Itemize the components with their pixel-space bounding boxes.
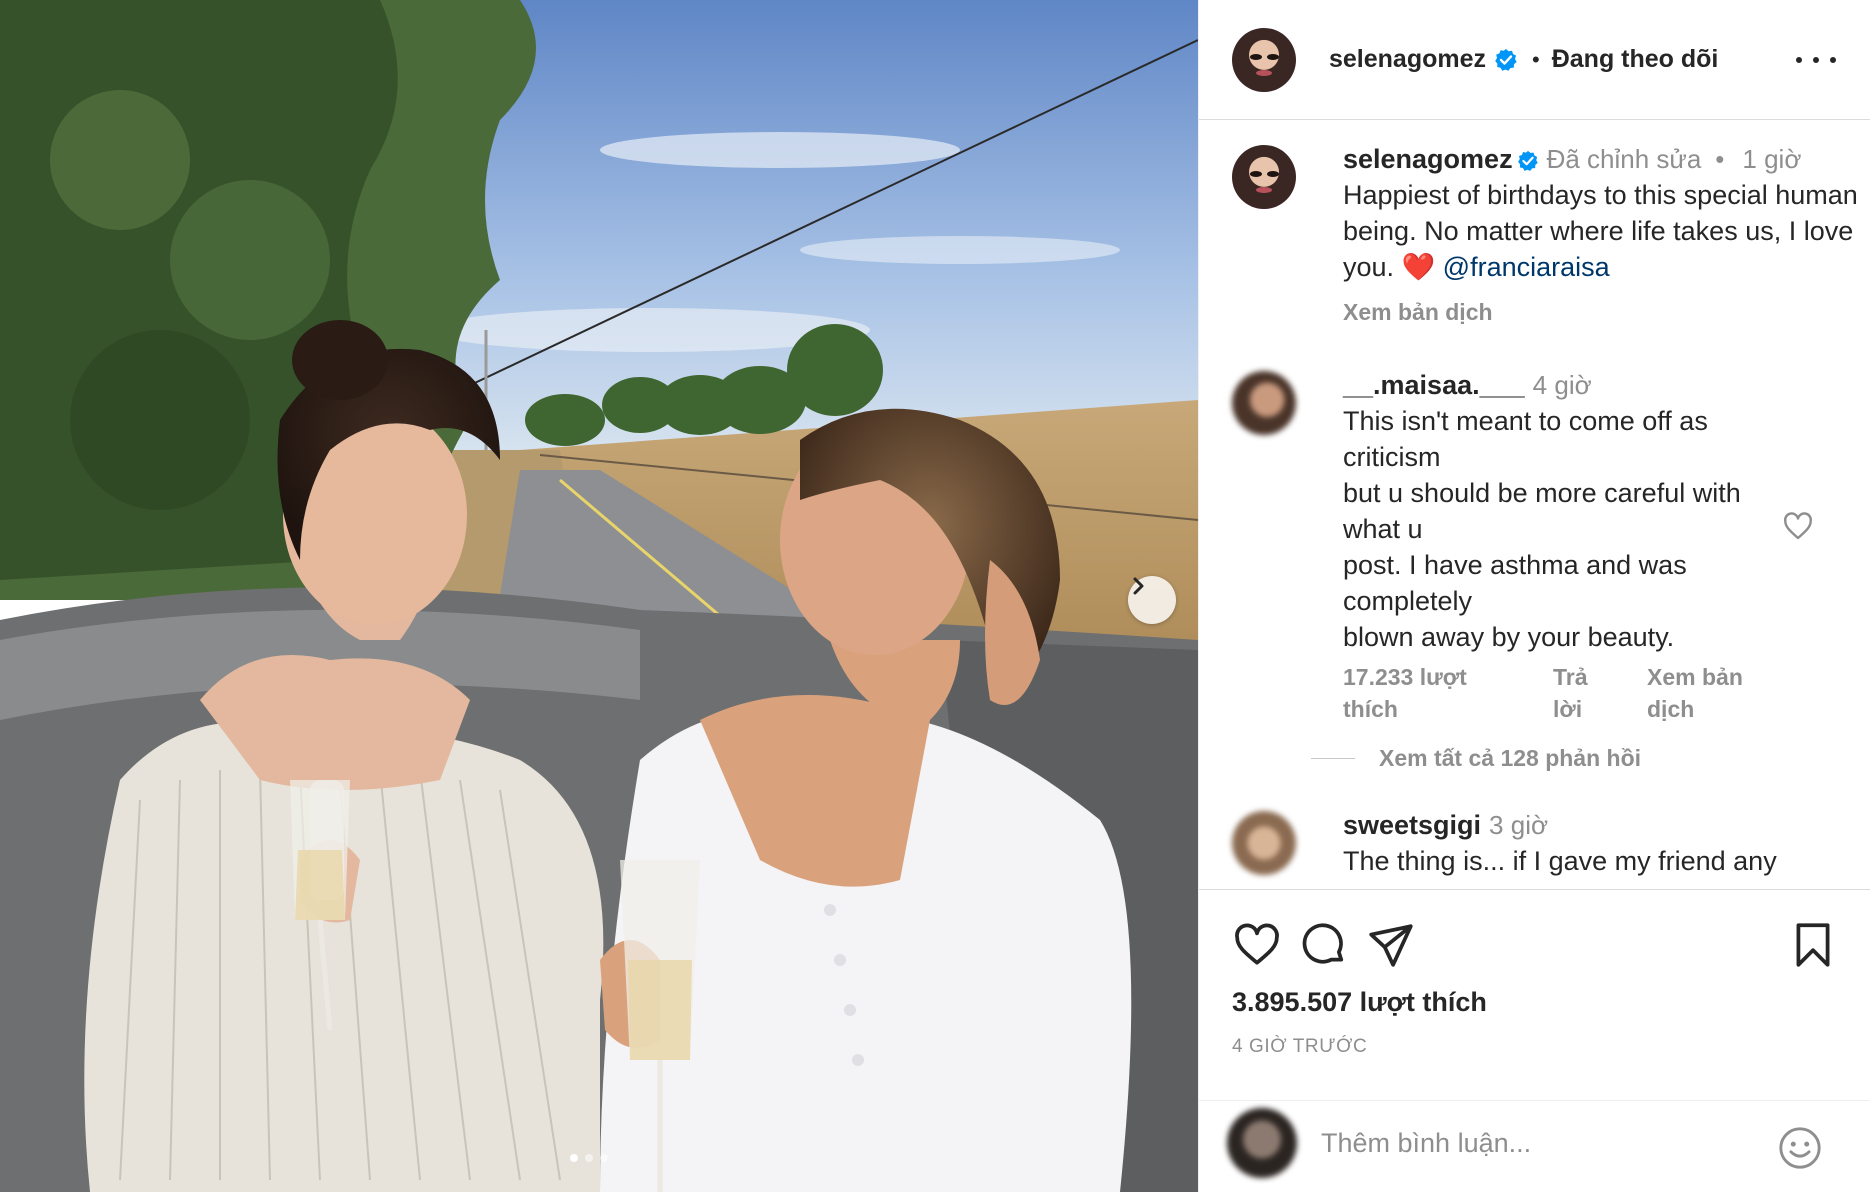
comment-text-line: blown away by your beauty. [1343, 622, 1675, 652]
comment-text-line: post. I have asthma and was [1343, 550, 1687, 580]
caption-text: Happiest of birthdays to this special hu… [1343, 180, 1858, 282]
carousel-dot [585, 1154, 593, 1162]
add-comment-input[interactable] [1321, 1121, 1751, 1165]
action-bar [1232, 920, 1838, 970]
see-translation-link[interactable]: Xem bản dịch [1343, 299, 1843, 326]
reply-button[interactable]: Trả lời [1553, 661, 1647, 725]
post-author-username[interactable]: selenagomez [1329, 45, 1486, 74]
comment-likes-count[interactable]: 17.233 lượt thích [1343, 661, 1553, 725]
comment-username[interactable]: __.maisaa.___ [1343, 370, 1525, 400]
comment-text-line: This isn't meant to come off as [1343, 406, 1708, 436]
carousel-dot-active [570, 1154, 578, 1162]
caption-username[interactable]: selenagomez [1343, 144, 1513, 174]
edited-label: Đã chỉnh sửa [1546, 144, 1702, 174]
send-icon[interactable] [1366, 920, 1416, 970]
comment-time[interactable]: 3 giờ [1489, 810, 1548, 840]
carousel-next-button[interactable] [1128, 576, 1176, 624]
comments-list[interactable]: selenagomez Đã chỉnh sửa • 1 giờ Happiest o… [1199, 121, 1870, 889]
comment-text-line: but u should be more careful with [1343, 478, 1741, 508]
avatar[interactable] [1232, 145, 1296, 209]
post-photo[interactable] [0, 0, 1198, 1192]
verified-badge-icon [1494, 48, 1518, 72]
post-header: selenagomez • Đang theo dõi [1199, 0, 1870, 120]
carousel-dot [600, 1154, 608, 1162]
add-comment-bar [1199, 1100, 1870, 1192]
avatar[interactable] [1232, 27, 1296, 92]
comment-text-line: The thing is... if I gave my friend any [1343, 846, 1777, 876]
replies-divider [1311, 758, 1355, 759]
comment-text-line: criticism [1343, 442, 1441, 472]
post-time[interactable]: 4 GIỜ TRƯỚC [1232, 1036, 1367, 1058]
meta-dot: • [1715, 144, 1725, 174]
avatar [1227, 1108, 1297, 1178]
mention-link[interactable]: @franciaraisa [1443, 252, 1610, 282]
comment-text-line: what u [1343, 514, 1423, 544]
post-footer: 3.895.507 lượt thích 4 GIỜ TRƯỚC [1199, 889, 1870, 1192]
heart-icon[interactable] [1232, 920, 1282, 970]
comment-icon[interactable] [1298, 920, 1348, 970]
header-separator: • [1532, 46, 1540, 72]
comment-text-line: completely [1343, 586, 1473, 616]
comment-like-heart-icon[interactable] [1782, 510, 1814, 542]
photo-illustration [0, 0, 1198, 1192]
comment-actions: 17.233 lượt thích Trả lời Xem bản dịch [1343, 661, 1843, 725]
caption-time[interactable]: 1 giờ [1742, 144, 1801, 174]
avatar[interactable] [1232, 371, 1296, 435]
more-options-icon[interactable] [1796, 46, 1836, 74]
likes-count[interactable]: 3.895.507 lượt thích [1232, 987, 1487, 1018]
avatar[interactable] [1232, 811, 1296, 875]
bookmark-icon[interactable] [1788, 920, 1838, 970]
following-button[interactable]: Đang theo dõi [1552, 45, 1719, 74]
chevron-right-icon [1133, 577, 1144, 595]
emoji-icon[interactable] [1777, 1125, 1823, 1171]
post-side-panel: selenagomez • Đang theo dõi selenagomez Đ… [1198, 0, 1870, 1192]
verified-badge-icon [1517, 150, 1539, 172]
see-translation-link[interactable]: Xem bản dịch [1647, 661, 1743, 725]
view-replies-button[interactable]: Xem tất cả 128 phản hồi [1311, 745, 1641, 772]
comment-time[interactable]: 4 giờ [1533, 370, 1592, 400]
comment-username[interactable]: sweetsgigi [1343, 810, 1481, 840]
carousel-dots [570, 1154, 608, 1162]
